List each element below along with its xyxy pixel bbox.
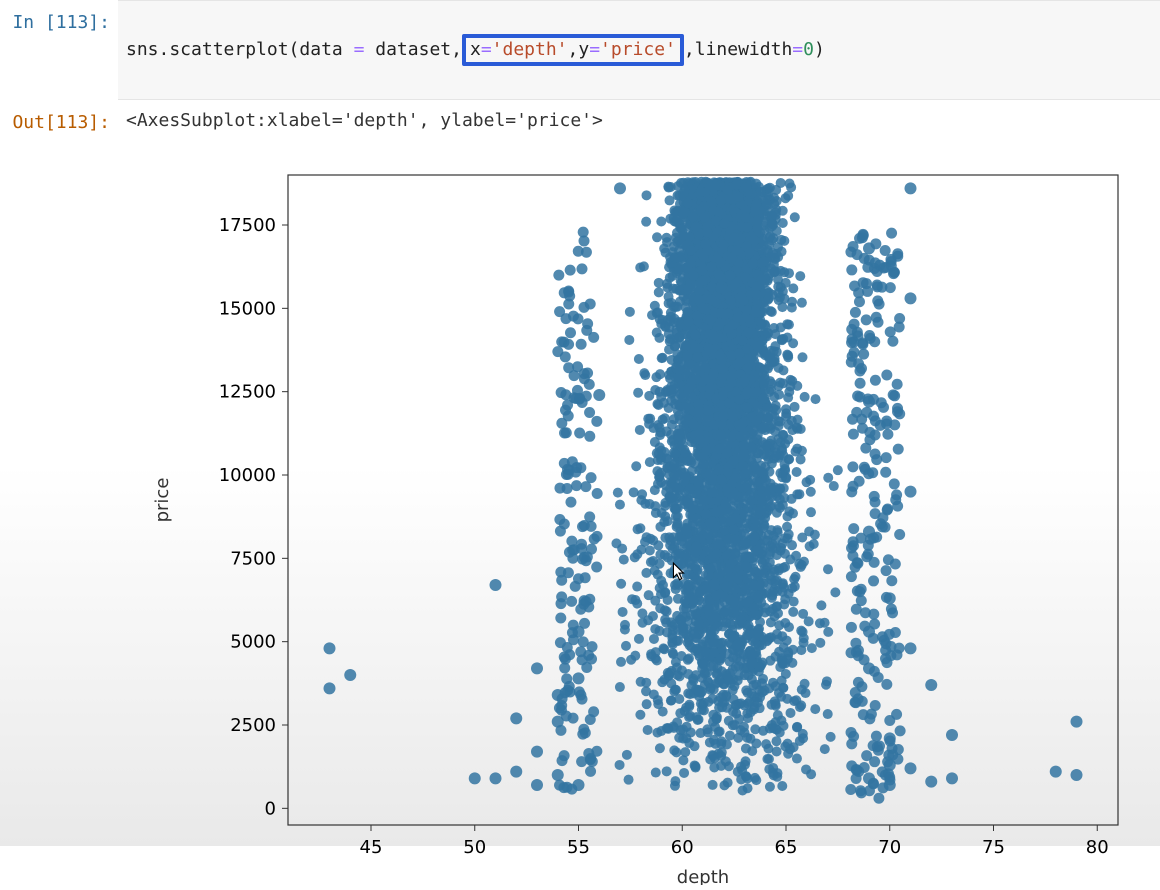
svg-text:5000: 5000 (230, 631, 276, 652)
code-input[interactable]: sns.scatterplot(data = dataset,x='depth'… (118, 0, 1160, 100)
code-token: = (589, 39, 600, 60)
svg-text:70: 70 (878, 837, 901, 858)
svg-text:55: 55 (567, 837, 590, 858)
svg-text:45: 45 (360, 837, 383, 858)
output-text: <AxesSubplot:xlabel='depth', ylabel='pri… (118, 100, 1160, 135)
svg-text:0: 0 (265, 798, 276, 819)
code-token: 'depth' (492, 39, 568, 60)
code-token: ) (814, 39, 825, 60)
svg-text:2500: 2500 (230, 715, 276, 736)
in-prompt: In [113]: (0, 0, 118, 100)
scatter-plot: 45 50 55 60 65 70 75 80 0 2500 5000 7500 10000 12500 1… (118, 165, 1138, 885)
code-token: = (481, 39, 492, 60)
svg-text:17500: 17500 (219, 215, 276, 236)
code-token: ,linewidth (684, 39, 792, 60)
svg-text:80: 80 (1086, 837, 1109, 858)
svg-text:50: 50 (463, 837, 486, 858)
svg-text:7500: 7500 (230, 548, 276, 569)
code-token: = (792, 39, 803, 60)
chart-output: 45 50 55 60 65 70 75 80 0 2500 5000 7500 10000 12500 1… (118, 165, 1160, 890)
svg-text:60: 60 (671, 837, 694, 858)
code-token: 'price' (600, 39, 676, 60)
code-token: y (578, 39, 589, 60)
svg-text:75: 75 (982, 837, 1005, 858)
svg-text:65: 65 (775, 837, 798, 858)
out-prompt: Out[113]: (0, 100, 118, 135)
code-token: x (470, 39, 481, 60)
svg-text:price: price (152, 477, 173, 522)
output-cell: Out[113]: <AxesSubplot:xlabel='depth', y… (0, 100, 1160, 135)
input-cell: In [113]: sns.scatterplot(data = dataset… (0, 0, 1160, 100)
svg-text:depth: depth (677, 867, 729, 885)
code-token: 0 (803, 39, 814, 60)
code-token: = (354, 39, 365, 60)
code-token: , (568, 39, 579, 60)
code-token: sns.scatterplot(data (126, 39, 354, 60)
svg-text:12500: 12500 (219, 381, 276, 402)
svg-text:15000: 15000 (219, 298, 276, 319)
annotation-highlight: x='depth',y='price' (462, 34, 684, 66)
svg-text:10000: 10000 (219, 465, 276, 486)
code-token: dataset, (364, 39, 462, 60)
